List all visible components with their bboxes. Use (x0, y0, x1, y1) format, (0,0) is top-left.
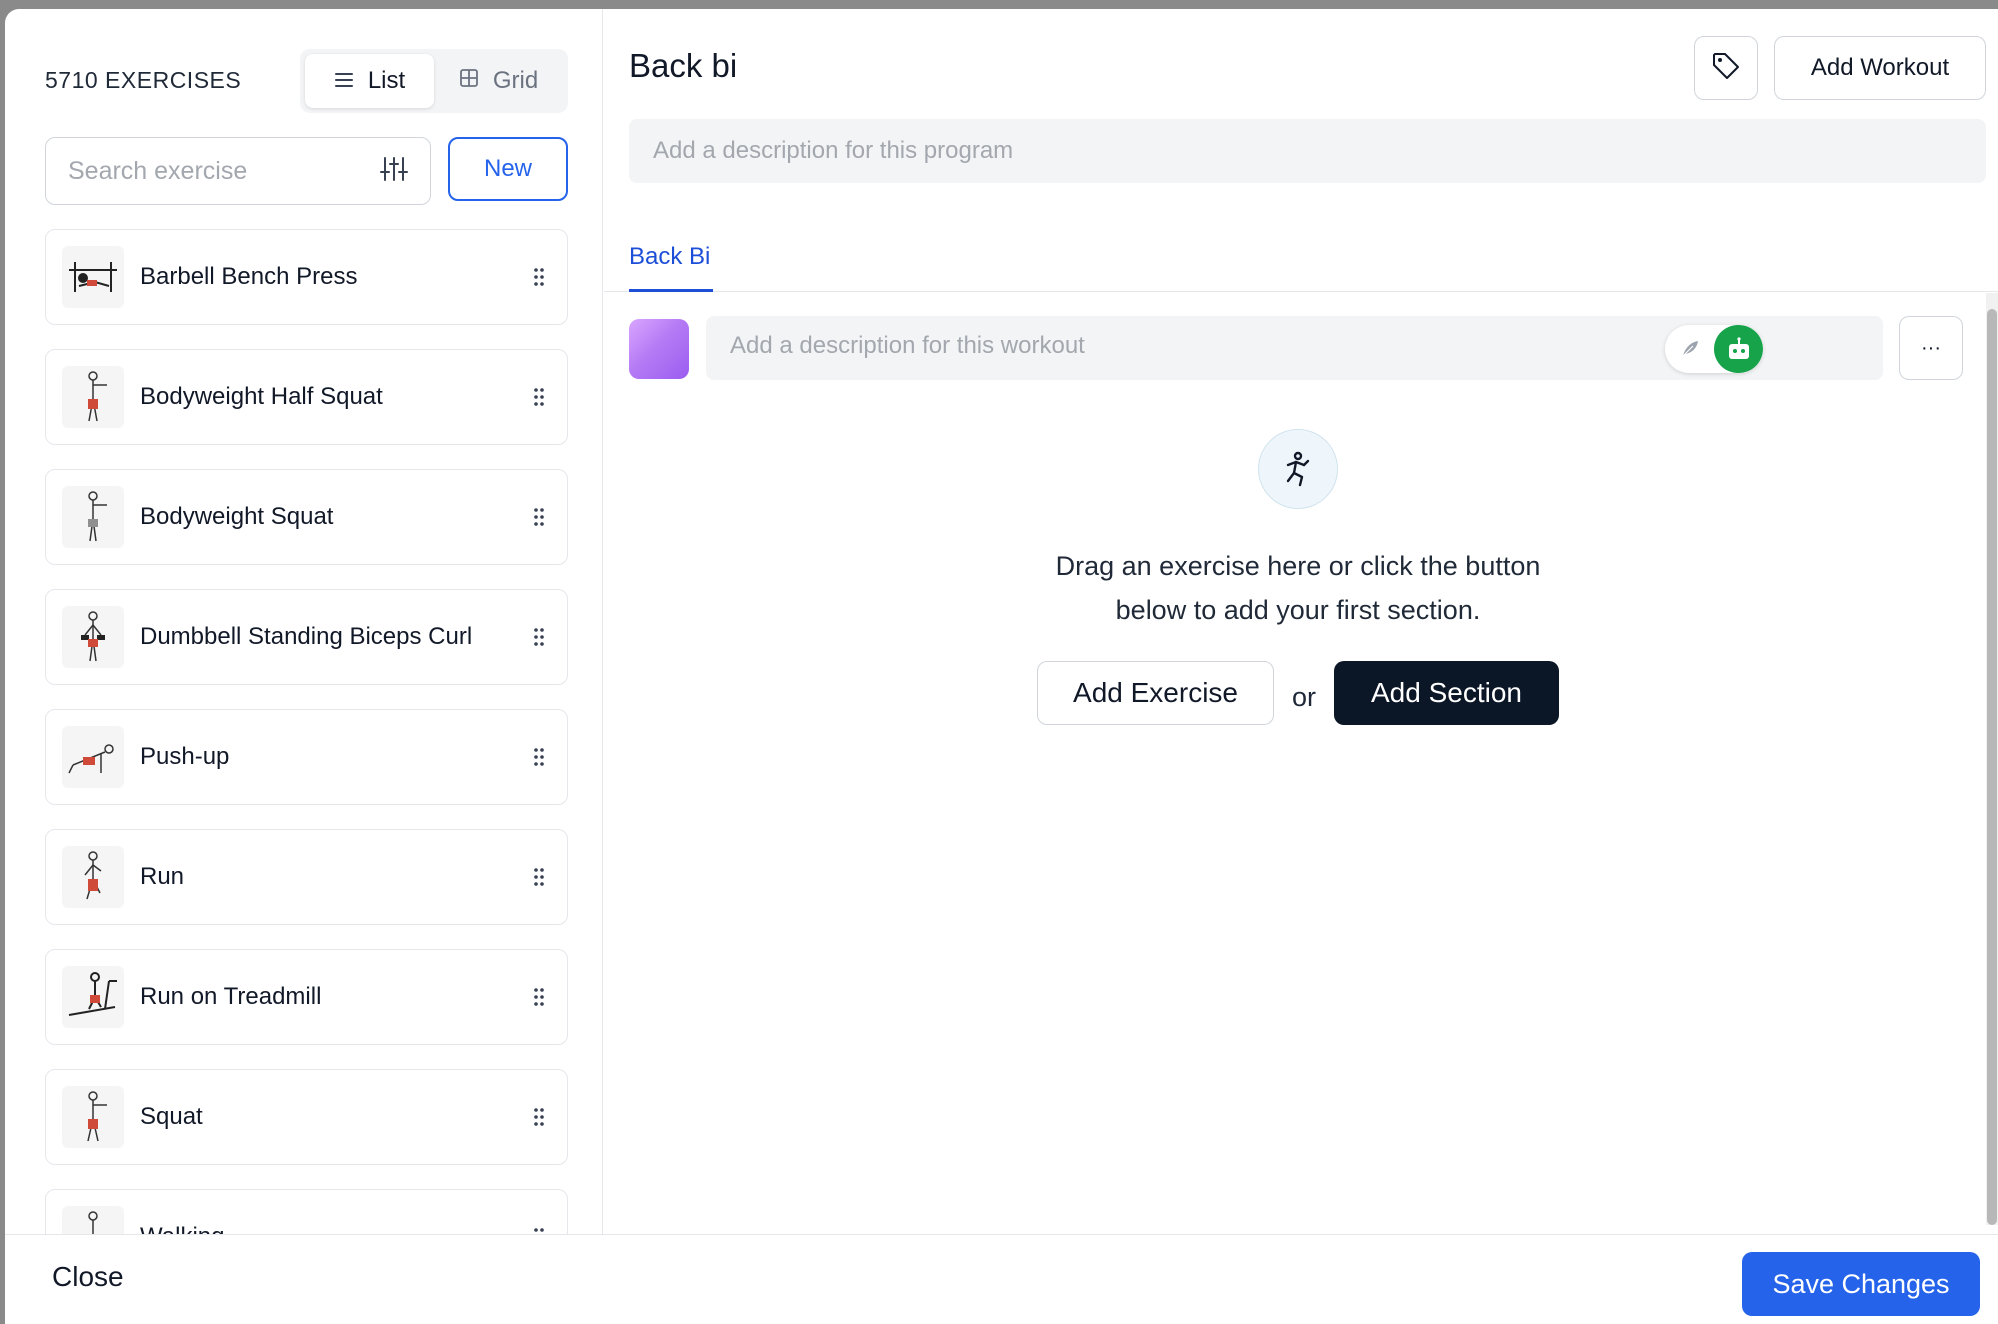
exercise-list: Barbell Bench Press Bodyweight Half Squa… (45, 229, 568, 1234)
exercise-thumbnail (62, 846, 124, 908)
drag-handle-icon[interactable] (527, 747, 551, 767)
program-editor-panel: Back bi Add Workout Back Bi ··· Drag an … (604, 9, 1998, 1234)
view-toggle: List Grid (300, 49, 568, 113)
exercise-thumbnail (62, 1206, 124, 1234)
search-input[interactable] (68, 156, 380, 186)
feather-icon[interactable] (1665, 325, 1714, 373)
save-changes-button[interactable]: Save Changes (1742, 1252, 1980, 1316)
drag-handle-icon[interactable] (527, 267, 551, 287)
exercise-thumbnail (62, 1086, 124, 1148)
exercise-name: Dumbbell Standing Biceps Curl (140, 623, 473, 650)
exercise-name: Run on Treadmill (140, 983, 322, 1010)
drag-handle-icon[interactable] (527, 627, 551, 647)
empty-state-line-1: Drag an exercise here or click the butto… (1055, 551, 1541, 581)
robot-icon[interactable] (1714, 325, 1763, 373)
exercise-item[interactable]: Dumbbell Standing Biceps Curl (45, 589, 568, 685)
exercise-item[interactable]: Squat (45, 1069, 568, 1165)
workout-avatar[interactable] (629, 319, 689, 379)
search-box (45, 137, 431, 205)
drag-handle-icon[interactable] (527, 1107, 551, 1127)
exercise-item[interactable]: Run on Treadmill (45, 949, 568, 1045)
exercise-library-panel: 5710 EXERCISES List Grid New (5, 9, 603, 1234)
exercise-item[interactable]: Walking (45, 1189, 568, 1234)
or-separator: or (1291, 682, 1316, 712)
grid-icon (459, 67, 479, 95)
tab-back-bi[interactable]: Back Bi (629, 235, 713, 292)
program-description-field[interactable] (629, 119, 1986, 183)
list-view-button[interactable]: List (305, 54, 434, 108)
program-editor-modal: 5710 EXERCISES List Grid New (5, 9, 1998, 1324)
program-title[interactable]: Back bi (629, 47, 737, 85)
grid-view-label: Grid (492, 67, 539, 94)
exercise-name: Push-up (140, 743, 230, 770)
exercise-name: Squat (140, 1103, 203, 1130)
exercise-item[interactable]: Barbell Bench Press (45, 229, 568, 325)
drag-handle-icon[interactable] (527, 987, 551, 1007)
exercise-name: Bodyweight Squat (140, 503, 334, 530)
drag-handle-icon[interactable] (527, 507, 551, 527)
exercise-item[interactable]: Bodyweight Squat (45, 469, 568, 565)
exercise-item[interactable]: Push-up (45, 709, 568, 805)
exercise-thumbnail (62, 966, 124, 1028)
exercise-item[interactable]: Run (45, 829, 568, 925)
list-icon (334, 67, 354, 95)
list-view-label: List (367, 67, 406, 94)
exercise-figure-icon (1258, 429, 1338, 509)
exercise-thumbnail (62, 486, 124, 548)
tag-button[interactable] (1694, 36, 1758, 100)
exercise-thumbnail (62, 606, 124, 668)
tag-icon (1711, 51, 1741, 86)
scrollbar-thumb[interactable] (1987, 309, 1997, 1225)
drag-handle-icon[interactable] (527, 387, 551, 407)
exercise-name: Barbell Bench Press (140, 263, 358, 290)
exercise-name: Walking (140, 1223, 527, 1234)
modal-footer: Close Save Changes (5, 1234, 1998, 1324)
tabs-divider (604, 291, 1998, 292)
exercise-name: Bodyweight Half Squat (140, 383, 383, 410)
add-section-button[interactable]: Add Section (1334, 661, 1559, 725)
ai-mode-toggle[interactable] (1665, 325, 1763, 373)
add-exercise-button[interactable]: Add Exercise (1037, 661, 1274, 725)
exercise-item[interactable]: Bodyweight Half Squat (45, 349, 568, 445)
filter-sliders-icon[interactable] (380, 156, 408, 187)
empty-state-line-2: below to add your first section. (1115, 595, 1481, 625)
exercise-thumbnail (62, 246, 124, 308)
exercise-count: 5710 EXERCISES (45, 67, 242, 93)
grid-view-button[interactable]: Grid (434, 54, 563, 108)
add-workout-button[interactable]: Add Workout (1774, 36, 1986, 100)
exercise-name: Run (140, 863, 185, 890)
exercise-thumbnail (62, 366, 124, 428)
empty-state-message: Drag an exercise here or click the butto… (998, 544, 1598, 632)
workout-more-button[interactable]: ··· (1899, 316, 1963, 380)
drag-handle-icon[interactable] (527, 1227, 551, 1234)
drag-handle-icon[interactable] (527, 867, 551, 887)
new-exercise-button[interactable]: New (448, 137, 568, 201)
close-button[interactable]: Close (52, 1261, 124, 1293)
exercise-thumbnail (62, 726, 124, 788)
